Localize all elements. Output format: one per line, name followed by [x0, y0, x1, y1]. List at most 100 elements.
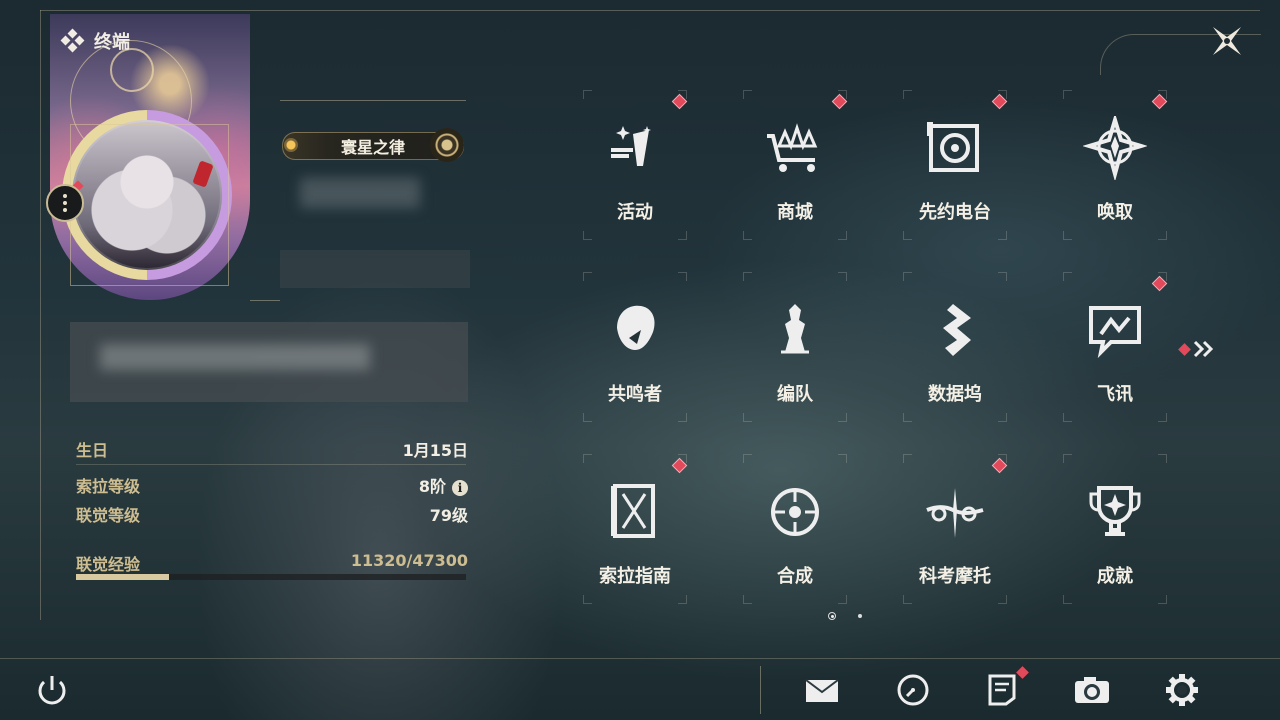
tile-corner-mark: [838, 413, 847, 422]
mail-icon[interactable]: [802, 672, 842, 708]
power-icon[interactable]: [32, 672, 72, 708]
sora-level-label: 索拉等级: [76, 477, 141, 496]
birthday-label: 生日: [76, 441, 109, 460]
tile-corner-mark: [743, 272, 752, 281]
tile-corner-mark: [903, 595, 912, 604]
terminal-diamond-icon: [60, 28, 85, 53]
bottom-bar-divider: [0, 658, 1280, 659]
radio-icon: [927, 122, 979, 172]
tile-corner-mark: [583, 272, 592, 281]
tile-corner-mark: [903, 231, 912, 240]
card-decor-orb: [110, 48, 154, 92]
close-icon[interactable]: [1208, 22, 1246, 60]
tile-corner-mark: [1063, 413, 1072, 422]
grid-tile-8[interactable]: 索拉指南: [555, 454, 715, 604]
stat-divider: [76, 464, 466, 465]
grid-tile-0[interactable]: 活动: [555, 90, 715, 240]
grid-tile-2[interactable]: 先约电台: [875, 90, 1035, 240]
redacted-signature: [100, 344, 370, 370]
info-icon[interactable]: i: [452, 479, 468, 496]
sun-icon: [284, 138, 298, 152]
grid-tile-label: 先约电台: [919, 202, 991, 223]
tile-corner-mark: [1158, 454, 1167, 463]
grid-tile-label: 商城: [777, 202, 813, 223]
grid-tile-11[interactable]: 成就: [1035, 454, 1195, 604]
tile-corner-mark: [1063, 595, 1072, 604]
grid-tile-1[interactable]: 商城: [715, 90, 875, 240]
next-page-button[interactable]: [1178, 340, 1215, 358]
tile-corner-mark: [838, 595, 847, 604]
bottom-bar-separator: [760, 666, 761, 714]
shop-cart-icon: [767, 123, 818, 172]
title-orb-icon: [430, 128, 464, 162]
page-indicator: [828, 612, 862, 620]
dot-icon: [63, 201, 67, 205]
redacted-player-name: [300, 178, 420, 208]
grid-tile-5[interactable]: 编队: [715, 272, 875, 422]
frame-top-line: [40, 10, 1260, 11]
tile-corner-mark: [678, 413, 687, 422]
grid-tile-9[interactable]: 合成: [715, 454, 875, 604]
tile-corner-mark: [903, 454, 912, 463]
signature-panel[interactable]: [70, 322, 468, 402]
union-level-value: 79级: [429, 506, 468, 525]
page-title: 终端: [94, 32, 130, 53]
redacted-player-id: [280, 250, 470, 288]
trophy-icon: [1089, 486, 1141, 536]
notes-icon[interactable]: [982, 672, 1022, 708]
tile-corner-mark: [998, 595, 1007, 604]
tile-corner-mark: [583, 595, 592, 604]
tile-corner-mark: [1158, 413, 1167, 422]
name-underline: [280, 100, 466, 101]
tile-corner-mark: [583, 90, 592, 99]
synthesis-icon: [771, 488, 819, 536]
grid-tile-label: 编队: [777, 384, 813, 405]
tile-corner-mark: [838, 272, 847, 281]
tile-corner-mark: [998, 272, 1007, 281]
sora-level-value: 8阶: [418, 477, 446, 496]
settings-gear-icon[interactable]: [1162, 672, 1202, 708]
terminal-header: 终端: [60, 28, 130, 54]
tile-corner-mark: [1063, 231, 1072, 240]
union-exp-progress-fill: [76, 574, 170, 580]
camera-icon[interactable]: [1072, 672, 1112, 708]
tile-corner-mark: [743, 231, 752, 240]
tile-corner-mark: [583, 454, 592, 463]
data-bank-icon: [943, 304, 971, 356]
tile-corner-mark: [903, 272, 912, 281]
profile-more-button[interactable]: [46, 184, 84, 222]
sora-level-value-row: 8阶 i: [340, 473, 468, 497]
dot-icon: [63, 208, 67, 212]
tile-corner-mark: [743, 90, 752, 99]
frame-left-line: [40, 10, 41, 620]
grid-tile-label: 飞讯: [1097, 384, 1133, 405]
tile-corner-mark: [903, 413, 912, 422]
resonator-icon: [617, 305, 655, 350]
grid-tile-7[interactable]: 飞讯: [1035, 272, 1195, 422]
tile-corner-mark: [743, 413, 752, 422]
grid-tile-3[interactable]: 唤取: [1035, 90, 1195, 240]
tile-corner-mark: [743, 595, 752, 604]
grid-tile-label: 共鸣者: [608, 384, 662, 405]
grid-tile-4[interactable]: 共鸣者: [555, 272, 715, 422]
tile-corner-mark: [678, 595, 687, 604]
grid-tile-label: 科考摩托: [919, 566, 991, 587]
tile-corner-mark: [583, 231, 592, 240]
grid-tile-label: 成就: [1097, 566, 1133, 587]
grid-tile-10[interactable]: 科考摩托: [875, 454, 1035, 604]
tile-corner-mark: [998, 413, 1007, 422]
page-dot-active[interactable]: [828, 612, 836, 620]
dot-icon: [63, 194, 67, 198]
next-page-badge: [1178, 342, 1191, 356]
tile-corner-mark: [743, 454, 752, 463]
tile-corner-mark: [1063, 454, 1072, 463]
tile-corner-mark: [1158, 595, 1167, 604]
union-level-label: 联觉等级: [76, 506, 141, 525]
grid-tile-label: 合成: [777, 566, 813, 587]
clock-icon[interactable]: [893, 672, 933, 708]
grid-tile-label: 索拉指南: [599, 566, 671, 587]
birthday-value: 1月15日: [402, 441, 468, 460]
page-dot[interactable]: [858, 614, 862, 618]
tile-corner-mark: [678, 231, 687, 240]
grid-tile-6[interactable]: 数据坞: [875, 272, 1035, 422]
